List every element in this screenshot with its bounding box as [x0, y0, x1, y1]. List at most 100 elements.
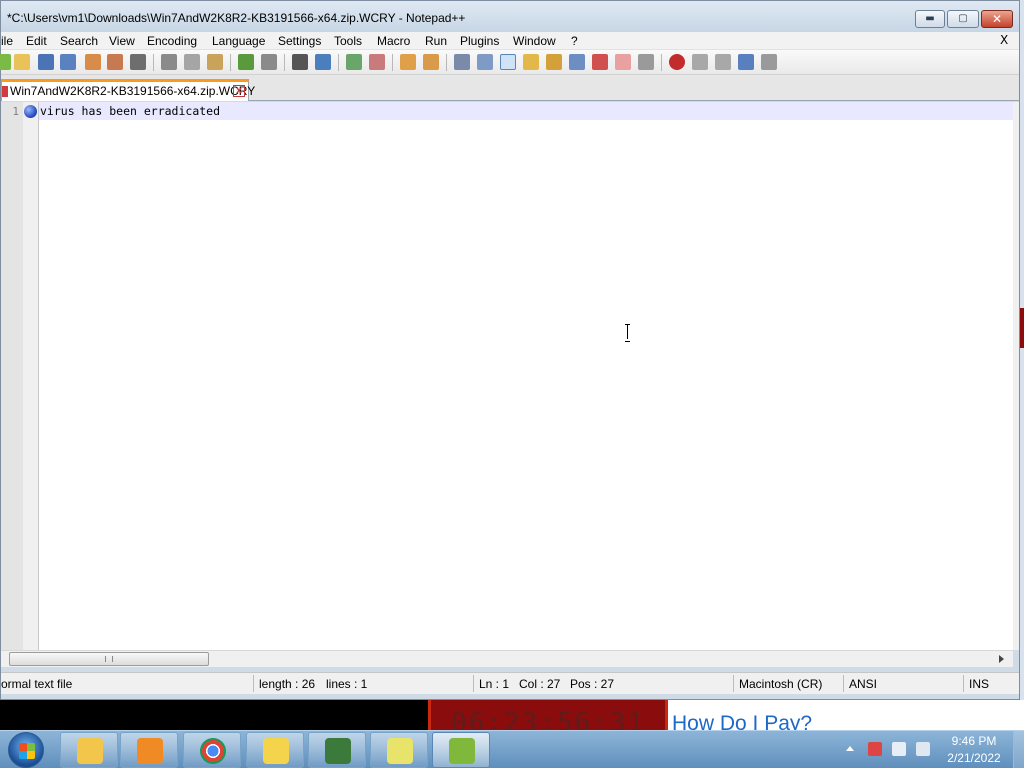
- toolbar-separator: [446, 54, 447, 71]
- bookmark-margin[interactable]: [23, 102, 39, 650]
- toolbar-separator: [338, 54, 339, 71]
- open-file-icon[interactable]: [14, 54, 30, 70]
- status-lines: lines : 1: [326, 677, 368, 691]
- window-title: *C:\Users\vm1\Downloads\Win7AndW2K8R2-KB…: [7, 11, 466, 25]
- magic-wand-icon: [263, 738, 289, 764]
- action-center-icon[interactable]: [868, 742, 882, 756]
- tab-document[interactable]: Win7AndW2K8R2-KB3191566-x64.zip.WCRY x: [1, 79, 255, 101]
- menu-help[interactable]: ?: [571, 34, 578, 48]
- word-wrap-icon[interactable]: [454, 54, 470, 70]
- network-icon[interactable]: [892, 742, 906, 756]
- task-manager-icon: [325, 738, 351, 764]
- menu-edit[interactable]: Edit: [26, 34, 47, 48]
- folder-as-workspace-icon[interactable]: [592, 54, 608, 70]
- menu-search[interactable]: Search: [60, 34, 98, 48]
- toolbar-separator: [392, 54, 393, 71]
- zoom-in-icon[interactable]: [346, 54, 362, 70]
- line-text: virus has been erradicated: [40, 104, 221, 118]
- taskbar-app-media-player[interactable]: [120, 732, 178, 768]
- taskbar-app-notepad-plus-plus[interactable]: [432, 732, 490, 768]
- editor-area[interactable]: 1 virus has been erradicated: [1, 102, 1013, 650]
- modified-file-icon: [2, 86, 8, 97]
- scrollbar-thumb[interactable]: [9, 652, 209, 666]
- taskbar-app-wand[interactable]: [246, 732, 304, 768]
- close-file-icon[interactable]: [85, 54, 101, 70]
- menu-plugins[interactable]: Plugins: [460, 34, 499, 48]
- status-file-type: ormal text file: [1, 677, 73, 691]
- current-line[interactable]: virus has been erradicated: [39, 102, 1013, 120]
- menu-tools[interactable]: Tools: [334, 34, 362, 48]
- windows-explorer-icon: [77, 738, 103, 764]
- menu-window[interactable]: Window: [513, 34, 556, 48]
- print-icon[interactable]: [130, 54, 146, 70]
- status-separator: [733, 675, 734, 692]
- document-map-icon[interactable]: [546, 54, 562, 70]
- menu-encoding[interactable]: Encoding: [147, 34, 197, 48]
- function-list-icon[interactable]: [569, 54, 585, 70]
- line-number-gutter: 1: [1, 102, 23, 650]
- redo-icon[interactable]: [261, 54, 277, 70]
- undo-icon[interactable]: [238, 54, 254, 70]
- sync-horizontal-icon[interactable]: [423, 54, 439, 70]
- chrome-icon: [200, 738, 226, 764]
- zoom-out-icon[interactable]: [369, 54, 385, 70]
- indent-guide-icon[interactable]: [500, 54, 516, 70]
- minimize-button[interactable]: ▬: [915, 10, 945, 28]
- volume-icon[interactable]: [916, 742, 930, 756]
- find-icon[interactable]: [292, 54, 308, 70]
- status-separator: [473, 675, 474, 692]
- replace-icon[interactable]: [315, 54, 331, 70]
- show-desktop-button[interactable]: [1013, 731, 1024, 768]
- status-eol-format[interactable]: Macintosh (CR): [739, 677, 822, 691]
- stop-macro-icon[interactable]: [692, 54, 708, 70]
- status-encoding[interactable]: ANSI: [849, 677, 877, 691]
- cut-icon[interactable]: [161, 54, 177, 70]
- record-macro-icon[interactable]: [669, 54, 685, 70]
- status-length: length : 26: [259, 677, 316, 691]
- menu-language[interactable]: Language: [212, 34, 265, 48]
- clock-time[interactable]: 9:46 PM: [950, 734, 998, 748]
- monitoring-eye-icon[interactable]: [638, 54, 654, 70]
- menu-settings[interactable]: Settings: [278, 34, 321, 48]
- close-button[interactable]: ✕: [981, 10, 1013, 28]
- tab-close-icon[interactable]: x: [233, 85, 245, 97]
- notepad-plus-plus-icon: [449, 738, 475, 764]
- ibeam-cursor-icon: [625, 324, 631, 342]
- menu-run[interactable]: Run: [425, 34, 447, 48]
- play-macro-icon[interactable]: [715, 54, 731, 70]
- title-bar[interactable]: *C:\Users\vm1\Downloads\Win7AndW2K8R2-KB…: [1, 1, 1019, 32]
- tab-bar: Win7AndW2K8R2-KB3191566-x64.zip.WCRY x: [1, 75, 1019, 101]
- save-macro-icon[interactable]: [761, 54, 777, 70]
- save-all-icon[interactable]: [60, 54, 76, 70]
- sync-vertical-icon[interactable]: [400, 54, 416, 70]
- scroll-right-icon[interactable]: [999, 655, 1004, 663]
- start-button[interactable]: [8, 732, 44, 768]
- user-defined-language-icon[interactable]: [523, 54, 539, 70]
- close-document-x[interactable]: X: [1000, 33, 1008, 47]
- taskbar-app-explorer[interactable]: [60, 732, 118, 768]
- maximize-button[interactable]: ▢: [947, 10, 979, 28]
- taskbar-app-sticky-notes[interactable]: [370, 732, 428, 768]
- menu-view[interactable]: View: [109, 34, 135, 48]
- close-all-icon[interactable]: [107, 54, 123, 70]
- editor-right-edge: [1013, 102, 1019, 650]
- paste-icon[interactable]: [207, 54, 223, 70]
- horizontal-scrollbar[interactable]: [1, 650, 1013, 667]
- open-folder-icon[interactable]: [615, 54, 631, 70]
- taskbar-app-task-manager[interactable]: [308, 732, 366, 768]
- bookmark-icon: [24, 105, 37, 118]
- copy-icon[interactable]: [184, 54, 200, 70]
- run-macro-multiple-icon[interactable]: [738, 54, 754, 70]
- status-bar: ormal text file length : 26 lines : 1 Ln…: [1, 672, 1019, 694]
- new-file-icon[interactable]: [0, 54, 11, 70]
- show-hidden-icons-icon[interactable]: [846, 746, 854, 751]
- status-ln: Ln : 1: [479, 677, 510, 691]
- toolbar-separator: [153, 54, 154, 71]
- media-player-icon: [137, 738, 163, 764]
- taskbar-app-chrome[interactable]: [183, 732, 241, 768]
- show-all-characters-icon[interactable]: [477, 54, 493, 70]
- save-icon[interactable]: [38, 54, 54, 70]
- menu-macro[interactable]: Macro: [377, 34, 410, 48]
- clock-date[interactable]: 2/21/2022: [944, 751, 1004, 765]
- menu-file[interactable]: ile: [1, 34, 13, 48]
